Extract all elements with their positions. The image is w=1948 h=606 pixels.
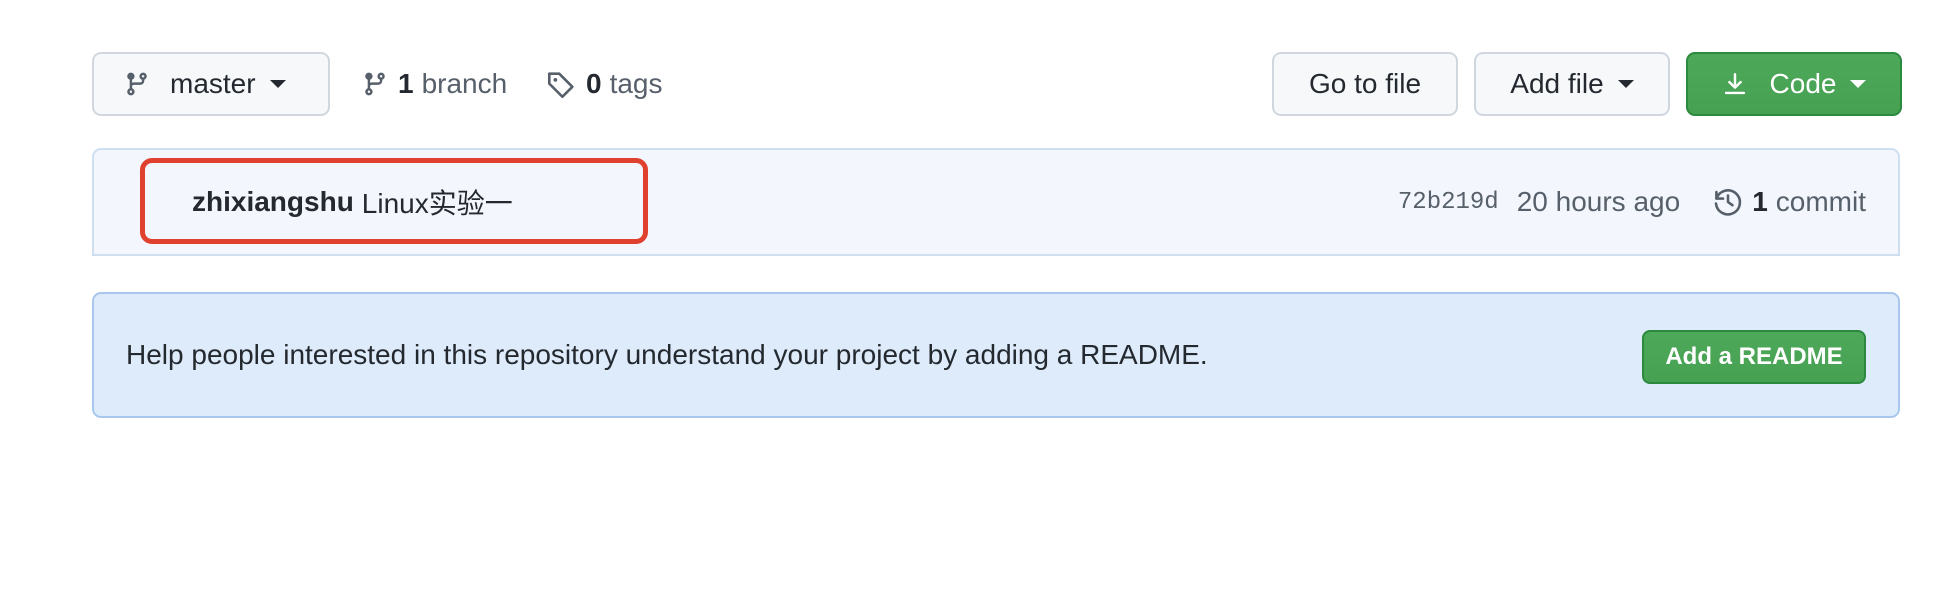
- latest-commit-bar: zhixiangshu Linux实验一 72b219d 20 hours ag…: [92, 148, 1900, 256]
- commit-meta: 72b219d 20 hours ago 1 commit: [1398, 150, 1866, 254]
- tag-count: 0: [586, 68, 602, 99]
- history-icon: [1712, 186, 1744, 218]
- chevron-down-icon: [269, 80, 286, 88]
- commit-info: zhixiangshu Linux实验一: [192, 150, 513, 254]
- commit-sha[interactable]: 72b219d: [1398, 189, 1499, 216]
- go-to-file-button[interactable]: Go to file: [1272, 52, 1458, 116]
- commit-count: 1: [1752, 186, 1768, 217]
- code-button[interactable]: Code: [1686, 52, 1902, 116]
- git-branch-icon: [124, 69, 150, 99]
- readme-prompt: Help people interested in this repositor…: [92, 292, 1900, 418]
- commit-message[interactable]: Linux实验一: [362, 182, 513, 222]
- commit-author[interactable]: zhixiangshu: [192, 186, 354, 218]
- go-to-file-label: Go to file: [1308, 68, 1422, 99]
- download-icon: [1722, 69, 1748, 99]
- branch-select-label: master: [170, 68, 256, 99]
- repo-toolbar: master 1 branch 0 tags Go to file Add fi…: [92, 52, 1902, 116]
- branch-count: 1: [398, 68, 414, 99]
- tag-label: tags: [609, 68, 663, 99]
- readme-prompt-text: Help people interested in this repositor…: [126, 339, 1208, 370]
- branch-label: branch: [421, 68, 508, 99]
- commit-time: 20 hours ago: [1516, 186, 1681, 217]
- add-file-label: Add file: [1510, 68, 1604, 99]
- add-file-button[interactable]: Add file: [1474, 52, 1670, 116]
- code-label: Code: [1769, 68, 1837, 99]
- git-branch-icon: [362, 69, 388, 99]
- tags-link[interactable]: 0 tags: [546, 52, 663, 116]
- commit-label: commit: [1775, 186, 1866, 217]
- chevron-down-icon: [1850, 80, 1867, 88]
- add-readme-button[interactable]: Add a README: [1642, 330, 1866, 384]
- branches-link[interactable]: 1 branch: [362, 52, 507, 116]
- commits-link[interactable]: 1 commit: [1712, 186, 1866, 218]
- chevron-down-icon: [1617, 80, 1634, 88]
- tag-icon: [546, 69, 576, 99]
- branch-select-button[interactable]: master: [92, 52, 330, 116]
